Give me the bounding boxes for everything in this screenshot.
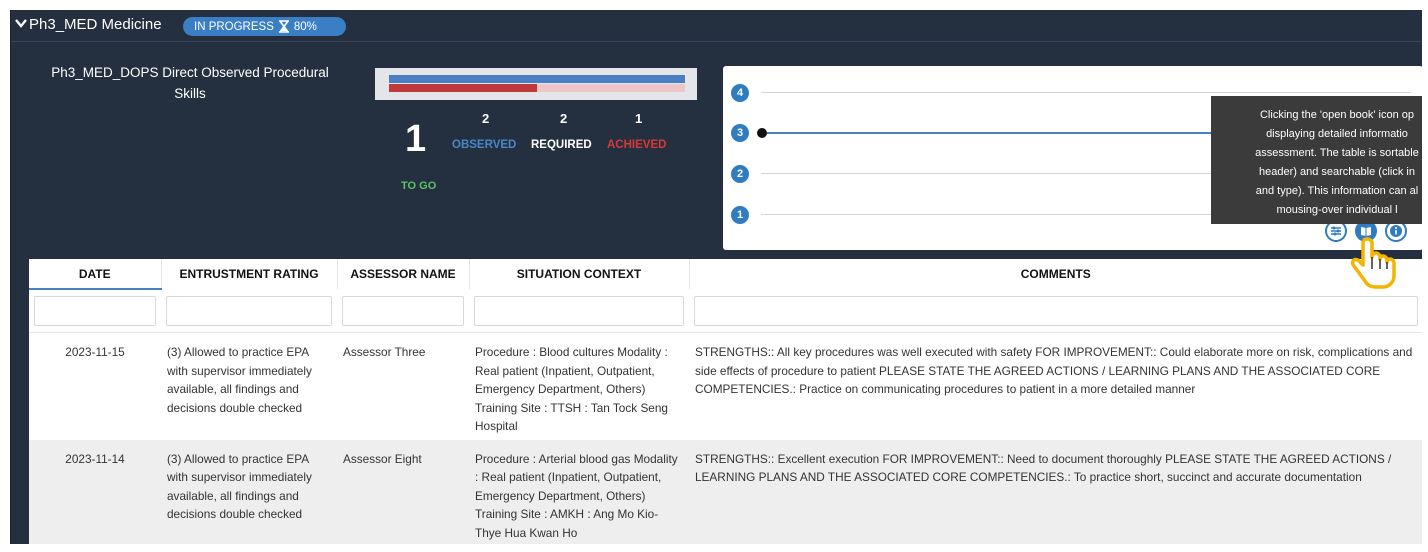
cell-context: Procedure : Arterial blood gas Modality … <box>469 439 689 544</box>
comments-filter-input[interactable] <box>694 295 1418 326</box>
observed-value: 2 <box>482 111 490 126</box>
data-point[interactable] <box>757 128 767 138</box>
filter-row <box>29 289 1422 333</box>
required-value: 2 <box>560 111 568 126</box>
status-badge: IN PROGRESS 80% <box>183 17 346 36</box>
required-label: REQUIRED <box>531 139 592 151</box>
column-header-comments[interactable]: COMMENTS <box>689 259 1422 289</box>
progress-bars <box>375 68 697 100</box>
progress-percent: 80% <box>293 20 317 33</box>
column-header-date[interactable]: DATE <box>29 259 162 290</box>
cell-assessor: Assessor Three <box>337 332 469 440</box>
level-marker: 1 <box>731 206 749 224</box>
filter-cell <box>469 289 689 333</box>
level-marker: 3 <box>731 124 749 142</box>
block-title: Ph3_MED_DOPS Direct Observed Procedural … <box>51 65 329 101</box>
gridline <box>761 92 1411 93</box>
observed-bar <box>389 75 685 83</box>
cell-date: 2023-11-14 <box>29 439 161 544</box>
assessor-filter-input[interactable] <box>342 295 464 326</box>
tooltip-line: assessment. The table is sortable <box>1255 147 1419 159</box>
course-title: Ph3_MED Medicine <box>29 16 162 33</box>
cell-rating: (3) Allowed to practice EPA with supervi… <box>161 332 337 440</box>
level-marker: 4 <box>731 84 749 102</box>
level-marker: 2 <box>731 165 749 183</box>
sliders-icon <box>1331 226 1341 236</box>
column-header-assessor[interactable]: ASSESSOR NAME <box>337 259 470 289</box>
remaining-bar <box>537 84 685 92</box>
status-label: IN PROGRESS <box>194 20 274 33</box>
to-go-label: TO GO <box>401 180 437 192</box>
filter-cell <box>29 289 161 333</box>
assessments-table: DATE ENTRUSTMENT RATING ASSESSOR NAME SI… <box>29 259 1422 544</box>
rating-filter-input[interactable] <box>166 295 332 326</box>
hourglass-icon <box>278 20 289 33</box>
tooltip-line: header) and searchable (click in <box>1259 166 1415 178</box>
cell-comments: STRENGTHS:: Excellent execution FOR IMPR… <box>689 439 1422 544</box>
date-filter-input[interactable] <box>34 296 156 326</box>
table-header-row: DATE ENTRUSTMENT RATING ASSESSOR NAME SI… <box>29 259 1422 290</box>
context-filter-input[interactable] <box>474 295 684 326</box>
tooltip-line: mousing-over individual l <box>1276 204 1398 216</box>
course-header[interactable]: Ph3_MED Medicine IN PROGRESS 80% <box>11 10 1422 42</box>
filter-cell <box>161 289 337 333</box>
tooltip-line: displaying detailed informatio <box>1266 128 1408 140</box>
cell-rating: (3) Allowed to practice EPA with supervi… <box>161 439 337 544</box>
tooltip: Clicking the 'open book' icon op display… <box>1211 96 1422 224</box>
filter-cell <box>337 289 469 333</box>
tooltip-line: Clicking the 'open book' icon op <box>1259 109 1415 121</box>
cell-comments: STRENGTHS:: All key procedures was well … <box>689 332 1422 440</box>
achieved-value: 1 <box>635 111 643 126</box>
to-go-value: 1 <box>405 118 427 160</box>
tooltip-line: and type). This information can al <box>1255 185 1419 197</box>
hand-pointer-icon <box>1350 237 1396 289</box>
cell-assessor: Assessor Eight <box>337 439 469 544</box>
cell-date: 2023-11-15 <box>29 332 161 440</box>
column-header-rating[interactable]: ENTRUSTMENT RATING <box>161 259 338 289</box>
table-row[interactable]: 2023-11-15 (3) Allowed to practice EPA w… <box>29 332 1422 440</box>
achieved-label: ACHIEVED <box>607 139 667 151</box>
cell-context: Procedure : Blood cultures Modality : Re… <box>469 332 689 440</box>
filter-cell <box>689 289 1422 333</box>
achieved-bar <box>389 84 537 92</box>
table-row[interactable]: 2023-11-14 (3) Allowed to practice EPA w… <box>29 439 1422 544</box>
chevron-down-icon[interactable] <box>14 16 28 30</box>
app-frame: Ph3_MED Medicine IN PROGRESS 80% Ph3_MED… <box>10 10 1422 544</box>
column-header-context[interactable]: SITUATION CONTEXT <box>469 259 690 289</box>
observed-label: OBSERVED <box>452 139 517 151</box>
